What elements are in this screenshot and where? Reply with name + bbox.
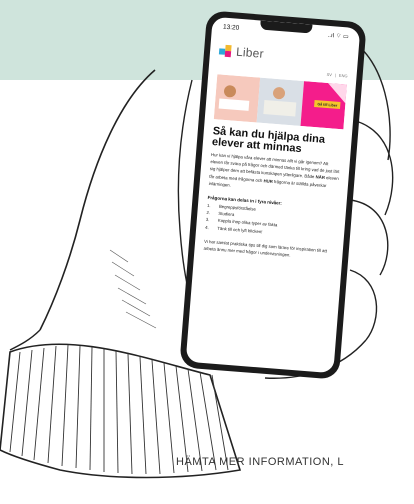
lang-eng-link[interactable]: ENG [339, 73, 348, 79]
phone-screen: 13:20 ..ıl ⌔ ▭ Liber SV | ENG Gå till Li… [185, 16, 361, 374]
hero-photo-reading-child [213, 74, 261, 123]
liber-logo-icon [218, 44, 233, 58]
brand-name: Liber [235, 44, 265, 61]
lang-sv-link[interactable]: SV [326, 72, 332, 77]
article-outro: Vi har samlat praktiska tips till dig so… [203, 238, 328, 258]
signal-wifi-battery-icon: ..ıl ⌔ ▭ [327, 32, 349, 41]
footer-cta-text: HÄMTA MER INFORMATION, L [176, 456, 345, 468]
hero-photo-writing-child [256, 77, 304, 126]
hero-image: Gå till Liber [213, 74, 347, 130]
phone-device: 13:20 ..ıl ⌔ ▭ Liber SV | ENG Gå till Li… [179, 10, 367, 380]
lang-separator: | [334, 72, 337, 78]
status-time: 13:20 [222, 23, 240, 32]
article-intro: Hur kan vi hjälpa våra elever att minnas… [208, 152, 340, 188]
